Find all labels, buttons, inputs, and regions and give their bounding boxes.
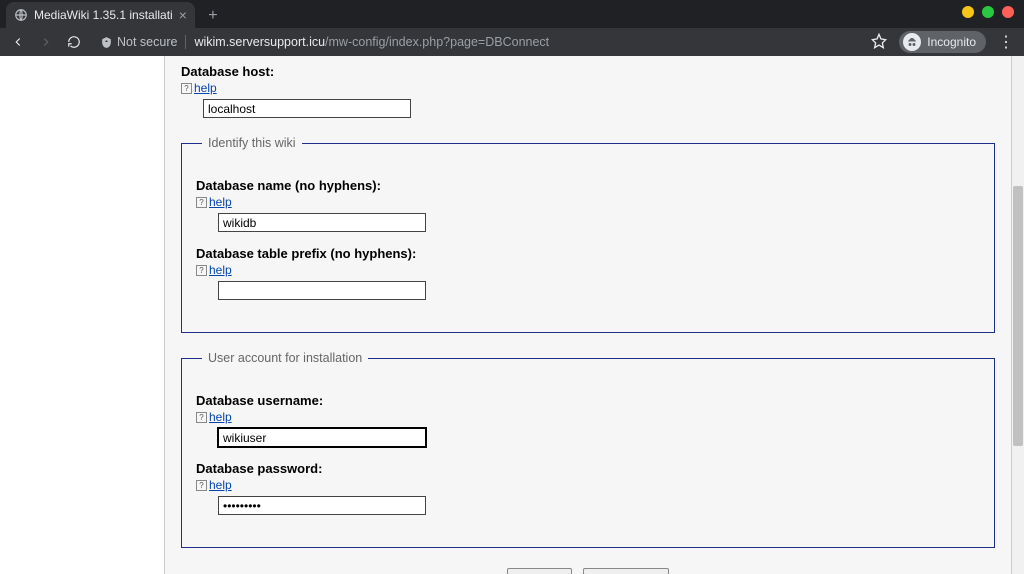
help-row: ? help [196, 410, 980, 424]
url-path: /mw-config/index.php?page=DBConnect [325, 35, 549, 49]
db-pass-input[interactable] [218, 496, 426, 515]
security-indicator[interactable]: Not secure [100, 35, 186, 49]
menu-icon[interactable]: ⋮ [998, 32, 1014, 52]
help-link[interactable]: help [209, 195, 232, 209]
forward-button[interactable] [38, 34, 54, 50]
db-user-input[interactable] [218, 428, 426, 447]
url-text: wikim.serversupport.icu/mw-config/index.… [194, 35, 549, 49]
help-row: ? help [181, 81, 995, 95]
db-name-label: Database name (no hyphens): [196, 178, 980, 193]
help-link[interactable]: help [194, 81, 217, 95]
incognito-badge[interactable]: Incognito [899, 31, 986, 53]
help-row: ? help [196, 478, 980, 492]
back-button[interactable] [10, 34, 26, 50]
field-db-prefix: Database table prefix (no hyphens): ? he… [196, 246, 980, 300]
field-db-pass: Database password: ? help [196, 461, 980, 515]
minimize-icon[interactable] [962, 6, 974, 18]
scrollbar-thumb[interactable] [1013, 186, 1023, 446]
field-db-host: Database host: ? help [181, 64, 995, 118]
db-prefix-input[interactable] [218, 281, 426, 300]
reload-button[interactable] [66, 34, 82, 50]
globe-icon [14, 8, 28, 22]
back-button-form[interactable]: ← Back [507, 568, 571, 574]
db-prefix-label: Database table prefix (no hyphens): [196, 246, 980, 261]
url-bar[interactable]: Not secure wikim.serversupport.icu/mw-co… [94, 35, 859, 49]
help-link[interactable]: help [209, 263, 232, 277]
user-legend: User account for installation [202, 351, 368, 365]
db-name-input[interactable] [218, 213, 426, 232]
new-tab-button[interactable]: + [201, 4, 225, 28]
security-label: Not secure [117, 35, 177, 49]
help-link[interactable]: help [209, 410, 232, 424]
db-pass-label: Database password: [196, 461, 980, 476]
tab-bar: MediaWiki 1.35.1 installati × + [0, 0, 1024, 28]
address-bar: Not secure wikim.serversupport.icu/mw-co… [0, 28, 1024, 56]
close-window-icon[interactable] [1002, 6, 1014, 18]
help-icon: ? [181, 83, 192, 94]
window-controls [962, 6, 1014, 18]
fieldset-identify: Identify this wiki Database name (no hyp… [181, 136, 995, 333]
page-viewport: Database host: ? help Identify this wiki… [0, 56, 1024, 574]
field-db-name: Database name (no hyphens): ? help [196, 178, 980, 232]
browser-tab[interactable]: MediaWiki 1.35.1 installati × [6, 2, 195, 28]
scrollbar[interactable] [1012, 56, 1024, 574]
maximize-icon[interactable] [982, 6, 994, 18]
identify-legend: Identify this wiki [202, 136, 302, 150]
incognito-label: Incognito [927, 35, 976, 49]
tab-title: MediaWiki 1.35.1 installati [34, 8, 173, 22]
url-host: wikim.serversupport.icu [194, 35, 325, 49]
continue-button[interactable]: Continue → [583, 568, 668, 574]
incognito-icon [903, 33, 921, 51]
help-icon: ? [196, 265, 207, 276]
db-user-label: Database username: [196, 393, 980, 408]
star-icon[interactable] [871, 33, 887, 52]
button-bar: ← Back Continue → [181, 568, 995, 574]
db-host-label: Database host: [181, 64, 995, 79]
close-icon[interactable]: × [179, 8, 187, 22]
browser-chrome: MediaWiki 1.35.1 installati × + Not secu… [0, 0, 1024, 56]
install-form: Database host: ? help Identify this wiki… [164, 56, 1012, 574]
help-icon: ? [196, 412, 207, 423]
fieldset-user-account: User account for installation Database u… [181, 351, 995, 548]
help-link[interactable]: help [209, 478, 232, 492]
db-host-input[interactable] [203, 99, 411, 118]
field-db-user: Database username: ? help [196, 393, 980, 447]
help-row: ? help [196, 195, 980, 209]
help-row: ? help [196, 263, 980, 277]
help-icon: ? [196, 480, 207, 491]
help-icon: ? [196, 197, 207, 208]
